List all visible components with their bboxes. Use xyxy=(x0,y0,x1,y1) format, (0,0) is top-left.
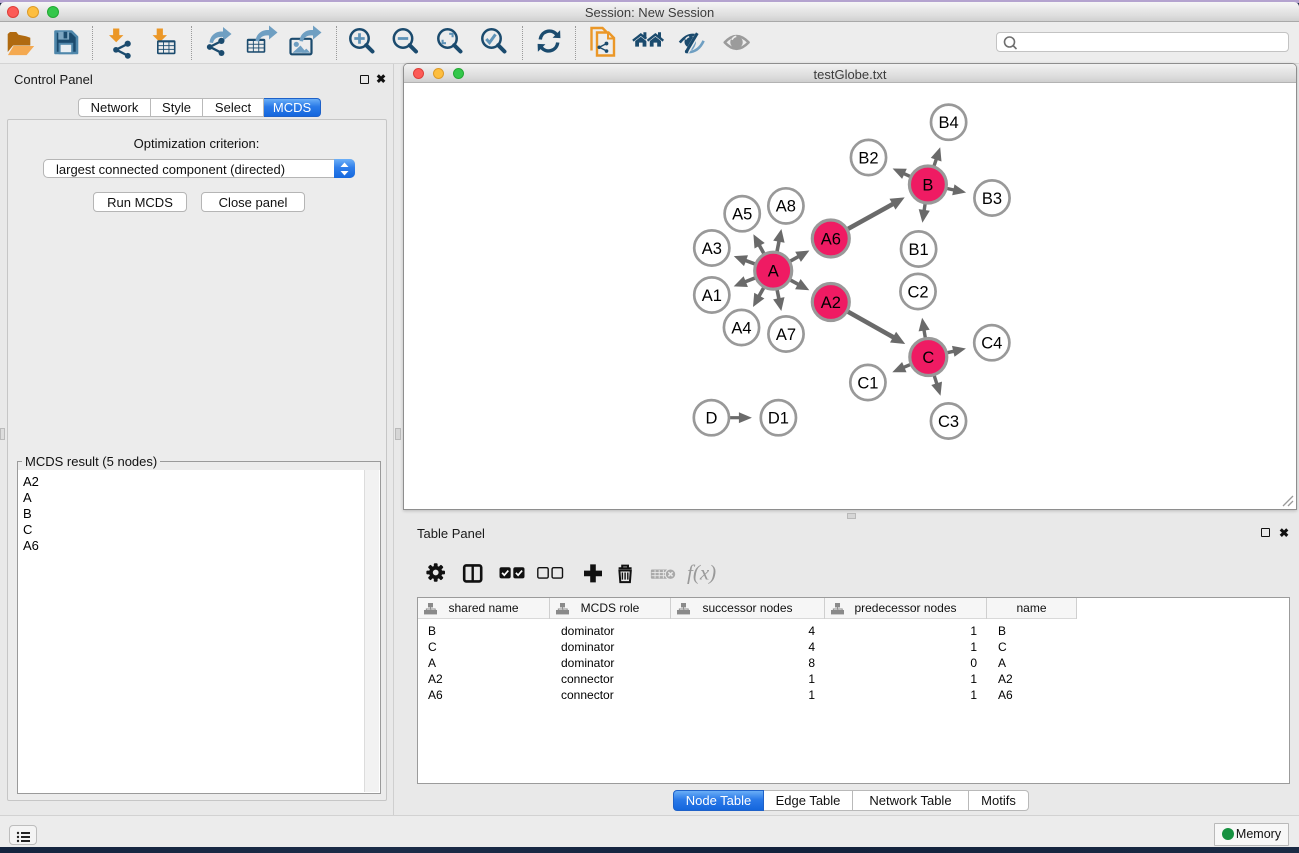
svg-text:B3: B3 xyxy=(982,190,1002,208)
svg-text:A4: A4 xyxy=(731,319,751,337)
svg-text:D1: D1 xyxy=(768,410,789,428)
svg-text:A6: A6 xyxy=(821,230,841,248)
svg-text:A: A xyxy=(768,263,779,281)
svg-text:A1: A1 xyxy=(702,287,722,305)
svg-text:C1: C1 xyxy=(857,374,878,392)
svg-text:A2: A2 xyxy=(821,294,841,312)
svg-text:A7: A7 xyxy=(776,326,796,344)
svg-text:B1: B1 xyxy=(909,241,929,259)
svg-text:A3: A3 xyxy=(702,240,722,258)
svg-text:C4: C4 xyxy=(981,335,1002,353)
svg-text:B: B xyxy=(922,176,933,194)
svg-text:A8: A8 xyxy=(776,198,796,216)
svg-text:f(x): f(x) xyxy=(687,561,716,585)
svg-text:C: C xyxy=(922,349,934,367)
svg-text:C2: C2 xyxy=(907,283,928,301)
svg-text:D: D xyxy=(705,410,717,428)
svg-text:B2: B2 xyxy=(858,149,878,167)
svg-text:B4: B4 xyxy=(939,114,959,132)
svg-text:A5: A5 xyxy=(732,206,752,224)
svg-text:C3: C3 xyxy=(938,413,959,431)
